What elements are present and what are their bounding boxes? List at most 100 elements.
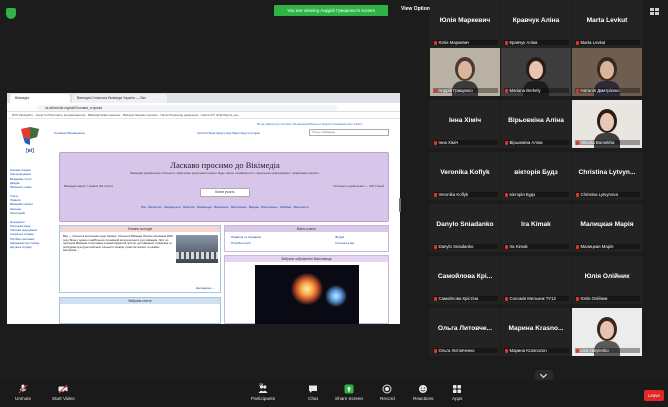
browser-tab[interactable]: Вікімедіа xyxy=(10,94,70,103)
leave-button[interactable]: Leave xyxy=(644,390,664,401)
participant-display-name: Кравчук Аліна xyxy=(512,17,560,24)
participant-display-name: Вірьовкіна Аліна xyxy=(508,117,564,124)
participant-display-name: Марина Krasno... xyxy=(508,325,564,332)
participant-name: Кравчук Аліна xyxy=(509,40,538,45)
record-button[interactable]: Record xyxy=(380,384,395,401)
participant-name: Christina Lytvynova xyxy=(580,192,618,197)
participant-tile[interactable]: Ольга Литовче... Ольга Литовченко xyxy=(430,308,500,356)
gallery-next-page-button[interactable] xyxy=(535,370,553,380)
bookmarks-bar[interactable]: MTS Україна/Кл... Gmail YouTube Карти Ін… xyxy=(7,112,400,119)
participant-display-name: вікторія Будз xyxy=(514,169,558,176)
news-heading: Новини сьогодні xyxy=(60,226,220,232)
participants-button[interactable]: 28 Participants xyxy=(251,383,275,401)
join-link[interactable]: Правила та порадник xyxy=(231,235,261,239)
participant-name: Veronika Koflyk xyxy=(438,192,469,197)
mic-muted-icon xyxy=(505,192,508,197)
participant-tile[interactable]: Інна Хіміч Інна Хіміч xyxy=(430,100,500,148)
participant-tile[interactable]: Соломія Мельник ТУ12 xyxy=(501,256,571,304)
participant-tile[interactable]: Вірьовкіна Аліна Вірьовкіна Аліна xyxy=(501,100,571,148)
participant-tile[interactable]: Наталія Дмитрієнко xyxy=(572,48,642,96)
participant-name-label: Вірьовкіна Аліна xyxy=(504,140,569,145)
participant-name-label: Ольга Литовченко xyxy=(433,348,498,353)
participant-display-name: Marta Levkut xyxy=(586,17,628,24)
participant-name: Marta Levkut xyxy=(580,40,606,45)
participant-name: Інна Хіміч xyxy=(438,140,459,145)
participant-name: Самойлова Крістіна xyxy=(438,296,479,301)
browser-tab[interactable]: Вікіпедія:Спільнота Вікімедіа України — … xyxy=(72,94,167,103)
news-text: Віки — спільнота волонтерів щодо України… xyxy=(63,235,173,253)
mic-muted-icon xyxy=(505,348,508,353)
start-video-button[interactable]: Start Video xyxy=(52,384,75,401)
participant-tile[interactable]: Юлія Маркевич Юлія Маркевич xyxy=(430,0,500,48)
participant-tile[interactable]: Андрій Грищенко xyxy=(430,48,500,96)
sister-project-links[interactable]: Вікі · Вікіцитати · Вікіджерела · Вікіпе… xyxy=(80,205,370,209)
participant-name: Ira Kimak xyxy=(509,244,528,249)
participant-name-label: Наталія Дмитрієнко xyxy=(575,88,640,93)
join-link[interactable]: Спільнота вікі xyxy=(335,241,354,245)
viewing-screen-banner: You are viewing Андрій Грищенко's screen xyxy=(274,5,388,16)
namespace-tabs[interactable]: Головна Обговорення xyxy=(54,131,84,135)
participant-tile[interactable]: Danylo Sniadanko Danylo Sniadanko xyxy=(430,204,500,252)
welcome-stats: Вікімедіа нараз 7 правок (54 статті) xyxy=(64,184,113,188)
participant-tile[interactable]: Christina Lytvyn... Christina Lytvynova xyxy=(572,152,642,200)
participant-tile[interactable]: Marta Levkut Marta Levkut xyxy=(572,0,642,48)
wikimedia-logo: [ві] xyxy=(21,127,39,154)
view-tabs[interactable]: Читати Переглянути код Переглянути істор… xyxy=(197,131,260,135)
wikimedia-page: [ві] Ви не увійшли до системи Обговоренн… xyxy=(7,119,400,324)
picture-heading: Вибране зображення Вікісховища xyxy=(225,256,388,262)
fireworks-photo[interactable] xyxy=(255,265,359,324)
participant-name: Малицкая Марія xyxy=(580,244,614,249)
wiki-search-input[interactable]: Пошук у Вікімедіа xyxy=(309,129,389,136)
mic-muted-icon xyxy=(434,192,437,197)
video-off-icon xyxy=(58,384,68,394)
join-link[interactable]: Форум xyxy=(335,235,344,239)
unmute-button[interactable]: Unmute xyxy=(15,384,31,401)
meeting-toolbar: Unmute Start Video 28 Participants Chat … xyxy=(0,381,668,407)
mic-muted-icon xyxy=(434,140,437,145)
participant-tile[interactable]: Veronika Koflyk Veronika Koflyk xyxy=(430,152,500,200)
mic-muted-icon xyxy=(434,40,437,45)
join-button[interactable]: Взяти участь xyxy=(200,188,250,197)
participant-tile[interactable]: вікторія Будз вікторія Будз xyxy=(501,152,571,200)
share-screen-button[interactable]: Share Screen xyxy=(335,384,363,401)
mic-muted-icon xyxy=(576,88,579,93)
participant-tile[interactable]: Марина Krasno... Марина Krasnozon xyxy=(501,308,571,356)
split-view-handle[interactable] xyxy=(399,198,401,212)
join-link[interactable]: Потрібні статті xyxy=(231,241,251,245)
address-field[interactable]: uk.wikimedia.org/wiki/Головна_сторінка xyxy=(37,104,337,111)
mic-muted-icon xyxy=(434,88,437,93)
mic-muted-icon xyxy=(434,296,437,301)
participant-name: Марина Krasnozon xyxy=(509,348,547,353)
participant-tile[interactable]: Viktoria Burnekha xyxy=(572,100,642,148)
apps-button[interactable]: Apps xyxy=(452,384,462,401)
mic-muted-icon xyxy=(434,244,437,249)
sidebar-link[interactable]: Цитувати сторінку xyxy=(10,246,54,250)
participant-name: Наталія Дмитрієнко xyxy=(580,88,620,93)
participant-name: вікторія Будз xyxy=(509,192,536,197)
participant-tile[interactable]: Кравчук Аліна Кравчук Аліна xyxy=(501,0,571,48)
browser-address-bar: uk.wikimedia.org/wiki/Головна_сторінка xyxy=(7,103,400,112)
participant-tile[interactable]: Малицкая Марія Малицкая Марія xyxy=(572,204,642,252)
shared-screen[interactable]: Вікімедіа Вікіпедія:Спільнота Вікімедіа … xyxy=(7,93,400,324)
security-shield-icon[interactable] xyxy=(6,8,16,19)
reactions-button[interactable]: Reactions xyxy=(413,384,433,401)
participant-name-label: Veronika Koflyk xyxy=(433,192,498,197)
participant-tile[interactable]: Юлія Олійник Юлія Олійник xyxy=(572,256,642,304)
news-photo xyxy=(176,235,218,263)
personal-tools[interactable]: Ви не увійшли до системи Обговорення Вне… xyxy=(257,122,362,126)
participant-name-label: Юлія Олійник xyxy=(575,296,640,301)
news-more-link[interactable]: Докладніше → xyxy=(196,286,215,290)
participant-display-name: Veronika Koflyk xyxy=(440,169,490,176)
participant-tile[interactable]: Mariana Berkely xyxy=(501,48,571,96)
participant-tile[interactable]: Самойлова Крі... Самойлова Крістіна xyxy=(430,256,500,304)
gallery-view-icon[interactable] xyxy=(650,8,660,15)
mic-muted-icon xyxy=(576,40,579,45)
chat-button[interactable]: Chat xyxy=(308,384,318,401)
participant-name: Liza Hatylenko xyxy=(580,348,609,353)
participant-name-label: Mariana Berkely xyxy=(504,88,569,93)
participant-tile[interactable]: Ira Kimak Ira Kimak xyxy=(501,204,571,252)
participant-tile[interactable]: Liza Hatylenko xyxy=(572,308,642,356)
participant-name-label: вікторія Будз xyxy=(504,192,569,197)
participant-name-label: Інна Хіміч xyxy=(433,140,498,145)
participant-name: Danylo Sniadanko xyxy=(438,244,474,249)
